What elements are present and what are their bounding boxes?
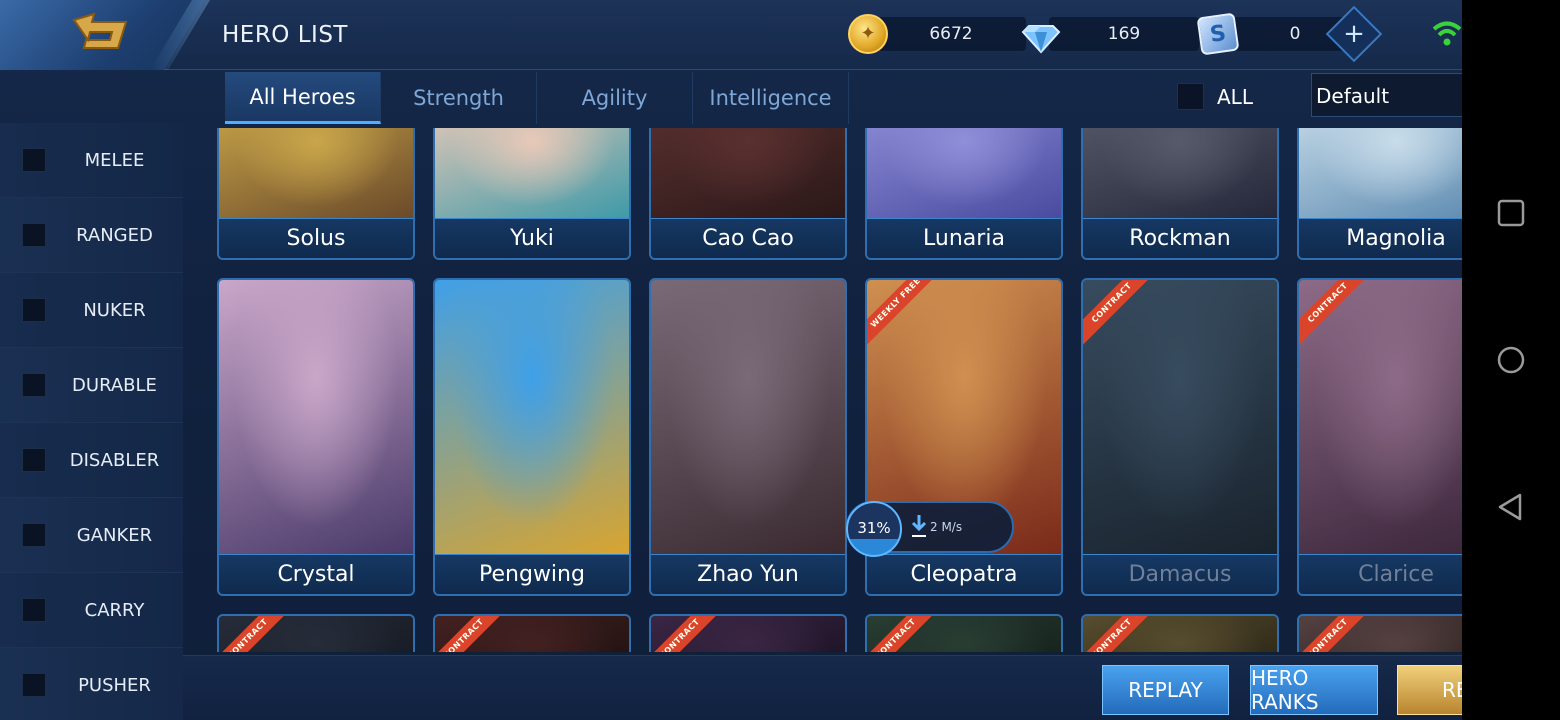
role-filter-nuker[interactable]: NUKER [0,273,183,348]
download-progress-ring: 31% [846,501,902,557]
hero-card-yuki[interactable]: Yuki [433,128,631,260]
hero-card-damacus[interactable]: CONTRACT Damacus [1081,278,1279,596]
hero-card-row3[interactable]: CONTRACT [649,614,847,652]
role-label: DISABLER [69,449,160,471]
diamond-currency: 169 [1021,14,1199,54]
checkbox[interactable] [22,598,46,622]
page-title: HERO LIST [222,22,348,48]
tab-all-heroes[interactable]: All Heroes [225,72,381,124]
checkbox[interactable] [22,148,46,172]
gold-amount: 6672 [876,17,1026,51]
hero-portrait [435,280,629,554]
hero-card-crystal[interactable]: Crystal [217,278,415,596]
hero-name: Clarice [1299,554,1462,594]
checkbox[interactable] [22,298,46,322]
hero-portrait [651,280,845,554]
checkbox[interactable] [22,673,46,697]
hero-name: Crystal [219,554,413,594]
role-label: DURABLE [72,374,157,396]
checkbox[interactable] [22,448,46,472]
top-bar: HERO LIST 6672 169 S 0 + [0,0,1462,70]
role-filter-ranged[interactable]: RANGED [0,198,183,273]
hero-portrait [219,128,413,218]
diamond-amount: 169 [1049,17,1199,51]
hero-card-magnolia[interactable]: Magnolia [1297,128,1462,260]
checkbox[interactable] [22,373,46,397]
attribute-tabs: All Heroes Strength Agility Intelligence [225,72,849,128]
hero-card-row3[interactable]: CONTRACT [1297,614,1462,652]
ticket-icon: S [1196,12,1240,56]
role-label: CARRY [84,599,145,621]
hero-card-row3[interactable]: CONTRACT [433,614,631,652]
hero-portrait [1083,128,1277,218]
hero-card-row3[interactable]: CONTRACT [1081,614,1279,652]
game-screen: HERO LIST 6672 169 S 0 + All Heroes [0,0,1462,720]
hero-portrait [867,128,1061,218]
hero-ranks-button[interactable]: HERO RANKS [1250,665,1378,715]
role-label: MELEE [84,149,145,171]
download-progress-badge: 31% 2 M/s [846,501,1014,557]
hero-portrait [435,128,629,218]
hero-name: Yuki [435,218,629,258]
replay-button[interactable]: REPLAY [1102,665,1229,715]
sort-dropdown[interactable]: Default [1311,73,1462,117]
role-filter-disabler[interactable]: DISABLER [0,423,183,498]
hero-name: Cleopatra [867,554,1061,594]
checkbox[interactable] [22,223,46,247]
role-label: PUSHER [78,674,151,696]
recent-apps-icon[interactable] [1496,198,1526,228]
back-arrow-icon [72,12,128,49]
role-label: GANKER [76,524,153,546]
hero-card-row3[interactable]: CONTRACT [217,614,415,652]
android-nav-bar [1462,0,1560,720]
wifi-icon [1432,21,1462,46]
role-filter-ganker[interactable]: GANKER [0,498,183,573]
hero-portrait [219,280,413,554]
hero-card-pengwing[interactable]: Pengwing [433,278,631,596]
download-percent: 31% [857,519,891,537]
all-checkbox[interactable] [1177,83,1204,110]
role-filter-pusher[interactable]: PUSHER [0,648,183,720]
back-nav-icon[interactable] [1496,492,1526,522]
role-label: RANGED [76,224,153,246]
hero-grid: Solus Yuki Cao Cao Lunaria Rockman Magno… [217,128,1462,652]
role-label: NUKER [83,299,146,321]
checkbox[interactable] [22,523,46,547]
hero-card-clarice[interactable]: CONTRACT Clarice [1297,278,1462,596]
hero-card-row3[interactable]: CONTRACT [865,614,1063,652]
hero-name: Pengwing [435,554,629,594]
tab-agility[interactable]: Agility [537,72,693,124]
gold-currency: 6672 [848,14,1026,54]
hero-portrait [1083,280,1277,554]
hero-name: Zhao Yun [651,554,845,594]
hero-name: Rockman [1083,218,1277,258]
diamond-icon [1021,25,1061,54]
gold-coin-icon [848,14,888,54]
hero-name: Lunaria [867,218,1061,258]
role-filter-durable[interactable]: DURABLE [0,348,183,423]
hero-name: Damacus [1083,554,1277,594]
hero-card-rockman[interactable]: Rockman [1081,128,1279,260]
tab-strength[interactable]: Strength [381,72,537,124]
hero-name: Solus [219,218,413,258]
role-filter-melee[interactable]: MELEE [0,123,183,198]
hero-name: Magnolia [1299,218,1462,258]
all-checkbox-label: ALL [1217,85,1253,109]
hero-portrait [1299,128,1462,218]
hero-card-solus[interactable]: Solus [217,128,415,260]
hero-portrait [1299,280,1462,554]
home-icon[interactable] [1496,345,1526,375]
download-icon [911,515,927,537]
hero-card-cao-cao[interactable]: Cao Cao [649,128,847,260]
role-filter-sidebar: MELEE RANGED NUKER DURABLE DISABLER GANK… [0,123,183,720]
third-action-button[interactable]: RE [1397,665,1462,715]
hero-card-lunaria[interactable]: Lunaria [865,128,1063,260]
role-filter-carry[interactable]: CARRY [0,573,183,648]
hero-name: Cao Cao [651,218,845,258]
plus-icon: + [1343,19,1365,49]
download-speed: 2 M/s [930,520,963,534]
hero-card-zhao-yun[interactable]: Zhao Yun [649,278,847,596]
tab-intelligence[interactable]: Intelligence [693,72,849,124]
hero-portrait [651,128,845,218]
